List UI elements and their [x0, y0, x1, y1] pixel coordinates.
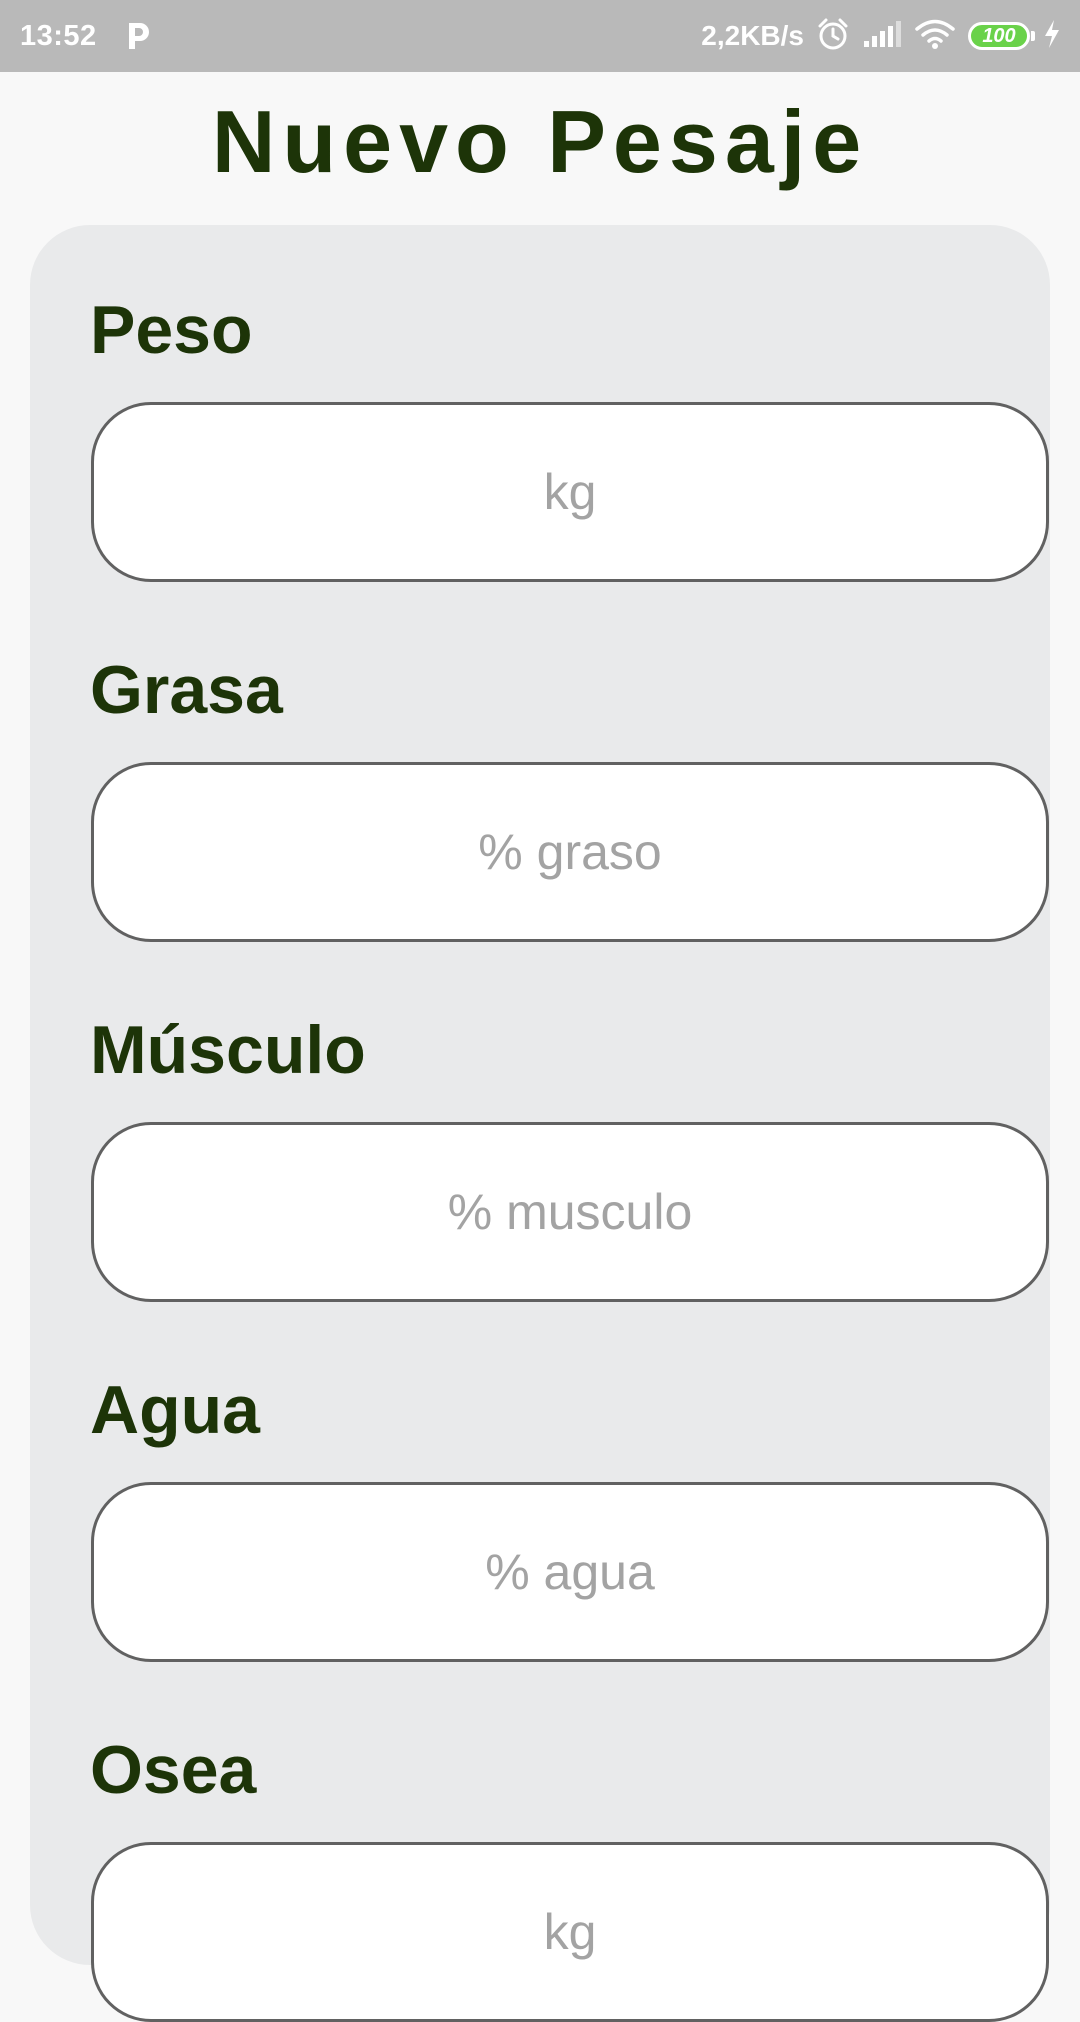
- grasa-label: Grasa: [90, 652, 283, 728]
- peso-input[interactable]: [91, 402, 1049, 582]
- alarm-icon: [816, 17, 850, 56]
- musculo-input[interactable]: [91, 1122, 1049, 1302]
- wifi-icon: [914, 18, 956, 55]
- battery-level: 100: [982, 24, 1016, 47]
- battery-icon: 100: [968, 22, 1035, 50]
- signal-icon: [862, 19, 902, 54]
- osea-input[interactable]: [91, 1842, 1049, 2022]
- form-card: Peso Grasa Músculo Agua Osea: [30, 225, 1050, 2022]
- status-right-group: 2,2KB/s 100: [701, 17, 1062, 56]
- agua-label: Agua: [90, 1372, 260, 1448]
- peso-label: Peso: [90, 292, 253, 368]
- agua-input[interactable]: [91, 1482, 1049, 1662]
- charging-icon: [1042, 18, 1062, 55]
- page-title: Nuevo Pesaje: [211, 92, 869, 191]
- musculo-label: Músculo: [90, 1012, 366, 1088]
- osea-label: Osea: [90, 1732, 257, 1808]
- status-time: 13:52: [20, 19, 97, 52]
- grasa-input[interactable]: [91, 762, 1049, 942]
- status-bar: 13:52 2,2KB/s 100: [0, 0, 1080, 72]
- network-speed: 2,2KB/s: [701, 20, 804, 51]
- p-letter-icon: [123, 18, 153, 54]
